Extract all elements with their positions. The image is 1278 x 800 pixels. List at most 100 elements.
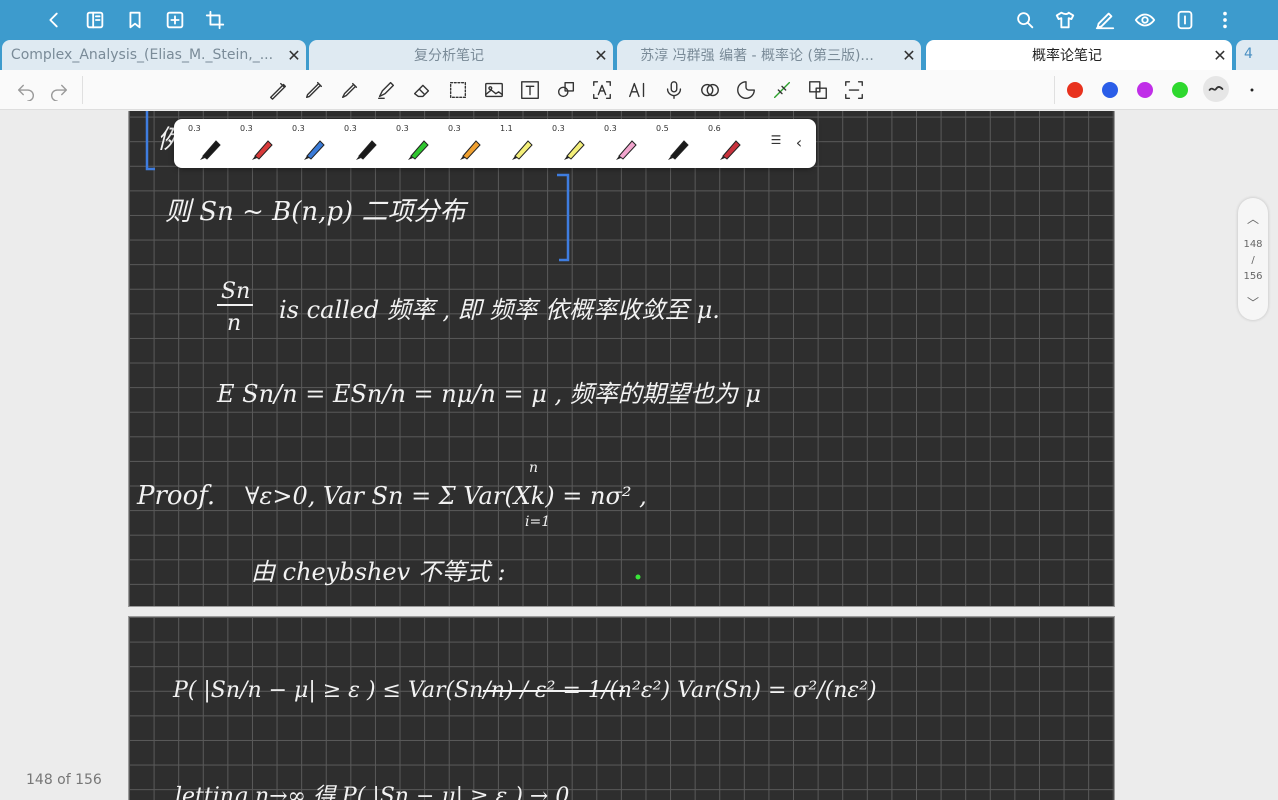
- tab-close-icon[interactable]: ✕: [282, 46, 306, 65]
- stroke-width-dot-icon[interactable]: [1240, 78, 1264, 102]
- pen-preset-10[interactable]: 0.5: [652, 119, 702, 168]
- brush-pen-icon[interactable]: [338, 78, 362, 102]
- note-page-148[interactable]: 例 则 Sn ~ B(n,p) 二项分布 Sn n is called 频率 ,…: [128, 111, 1115, 607]
- handwriting-layer: P( |Sn/n − μ| ≥ ε ) ≤ Var(Sn/n) / ε² = 1…: [172, 678, 877, 800]
- highlighter-icon[interactable]: [374, 78, 398, 102]
- fraction-denominator: n: [227, 311, 241, 336]
- pen-icon: [304, 140, 325, 160]
- ocr-icon[interactable]: [842, 78, 866, 102]
- tab-probability-book[interactable]: 苏淳 冯群强 编著 - 概率论 (第三版)... ✕: [617, 40, 921, 70]
- ball-pen-icon[interactable]: [302, 78, 326, 102]
- lasso-select-icon[interactable]: [446, 78, 470, 102]
- palette-collapse-icon[interactable]: ‹: [789, 133, 809, 153]
- tab-label: 复分析笔记: [414, 48, 484, 64]
- bookmark-icon[interactable]: [123, 8, 147, 32]
- pen-size-label: 1.1: [500, 124, 513, 133]
- pen-preset-9[interactable]: 0.3: [600, 119, 650, 168]
- toolbar-divider: [1054, 76, 1055, 104]
- pen-icon: [408, 140, 429, 160]
- notebook-icon[interactable]: [83, 8, 107, 32]
- color-swatch-blue[interactable]: [1102, 82, 1118, 98]
- scroll-down-icon[interactable]: ﹀: [1238, 294, 1268, 311]
- tab-label: 苏淳 冯群强 编著 - 概率论 (第三版)...: [640, 48, 874, 64]
- scroller-separator: /: [1251, 255, 1255, 266]
- theme-shirt-icon[interactable]: [1053, 8, 1077, 32]
- eraser-icon[interactable]: [410, 78, 434, 102]
- tab-close-icon[interactable]: ✕: [897, 46, 921, 65]
- sticker-icon[interactable]: [734, 78, 758, 102]
- note-line-variance: ∀ε>0, Var Sn = Σ Var(Xk) = nσ² ,: [245, 482, 647, 510]
- pen-size-label: 0.6: [708, 124, 721, 133]
- note-line-frequency: is called 频率 , 即 频率 依概率收敛至 μ.: [279, 296, 720, 324]
- color-swatch-green[interactable]: [1172, 82, 1188, 98]
- note-canvas[interactable]: 例 则 Sn ~ B(n,p) 二项分布 Sn n is called 频率 ,…: [0, 111, 1278, 800]
- crop-icon[interactable]: [203, 8, 227, 32]
- pen-preset-6[interactable]: 0.3: [444, 119, 494, 168]
- pen-preset-8[interactable]: 0.3: [548, 119, 598, 168]
- tab-close-icon[interactable]: ✕: [589, 46, 613, 65]
- pen-preset-5[interactable]: 0.3: [392, 119, 442, 168]
- tab-count-badge[interactable]: 4: [1236, 40, 1278, 70]
- drawing-toolbar: [0, 70, 1278, 110]
- shape-icon[interactable]: [554, 78, 578, 102]
- pen-icon: [564, 140, 585, 160]
- pen-preset-7[interactable]: 1.1: [496, 119, 546, 168]
- tab-bar: Complex_Analysis_(Elias_M._Stein,_... ✕ …: [0, 40, 1278, 70]
- add-page-icon[interactable]: [163, 8, 187, 32]
- microphone-icon[interactable]: [662, 78, 686, 102]
- note-line-binomial: 则 Sn ~ B(n,p) 二项分布: [165, 197, 468, 227]
- pen-preset-1[interactable]: 0.3: [184, 119, 234, 168]
- translate-icon[interactable]: [806, 78, 830, 102]
- stroke-style-icon[interactable]: [1203, 76, 1229, 102]
- pen-size-label: 0.3: [396, 124, 409, 133]
- note-line-chebyshev: 由 cheybshev 不等式 :: [251, 558, 506, 586]
- proof-label: Proof.: [136, 481, 215, 511]
- tab-complex-analysis[interactable]: Complex_Analysis_(Elias_M._Stein,_... ✕: [2, 40, 306, 70]
- ai-icon[interactable]: [626, 78, 650, 102]
- app-bar: [0, 0, 1278, 40]
- pen-preset-3[interactable]: 0.3: [288, 119, 338, 168]
- pen-preset-4[interactable]: 0.3: [340, 119, 390, 168]
- pen-preset-2[interactable]: 0.3: [236, 119, 286, 168]
- back-icon[interactable]: [42, 8, 66, 32]
- pen-icon: [720, 140, 741, 160]
- pen-icon: [252, 140, 273, 160]
- pen-size-label: 0.3: [240, 124, 253, 133]
- note-line-expectation: E Sn/n = ESn/n = nμ/n = μ , 频率的期望也为 μ: [216, 380, 761, 408]
- eye-icon[interactable]: [1133, 8, 1157, 32]
- image-icon[interactable]: [482, 78, 506, 102]
- reading-mode-icon[interactable]: [1173, 8, 1197, 32]
- scroll-up-icon[interactable]: ︿: [1238, 210, 1268, 227]
- tab-complex-notes[interactable]: 复分析笔记 ✕: [309, 40, 613, 70]
- undo-icon[interactable]: [14, 78, 38, 102]
- pen-edit-icon[interactable]: [1093, 8, 1117, 32]
- color-swatch-purple[interactable]: [1137, 82, 1153, 98]
- note-page-149[interactable]: P( |Sn/n − μ| ≥ ε ) ≤ Var(Sn/n) / ε² = 1…: [128, 616, 1115, 800]
- pen-size-label: 0.3: [448, 124, 461, 133]
- text-box-icon[interactable]: [518, 78, 542, 102]
- tab-label: 概率论笔记: [1032, 48, 1102, 64]
- tab-close-icon[interactable]: ✕: [1208, 46, 1232, 65]
- pen-icon: [200, 140, 221, 160]
- text-recognize-icon[interactable]: [590, 78, 614, 102]
- search-icon[interactable]: [1013, 8, 1037, 32]
- sum-lower-limit: i=1: [525, 514, 550, 530]
- note-line-limit: letting n→∞ 得 P( |Sn − μ| ≥ ε ) → 0: [175, 784, 569, 800]
- color-swatch-red[interactable]: [1067, 82, 1083, 98]
- page-scroller[interactable]: ︿ 148 / 156 ﹀: [1238, 198, 1268, 320]
- tab-label: Complex_Analysis_(Elias_M._Stein,_...: [10, 47, 274, 63]
- pen-preset-11[interactable]: 0.6: [704, 119, 754, 168]
- pen-size-label: 0.5: [656, 124, 669, 133]
- more-vertical-icon[interactable]: [1213, 8, 1237, 32]
- handwriting-layer: 例 则 Sn ~ B(n,p) 二项分布 Sn n is called 频率 ,…: [136, 111, 761, 586]
- fountain-pen-icon[interactable]: [266, 78, 290, 102]
- ruler-icon[interactable]: [698, 78, 722, 102]
- laser-pointer-icon[interactable]: [770, 78, 794, 102]
- toolbar-divider: [82, 76, 83, 104]
- palette-settings-icon[interactable]: ☰: [766, 133, 786, 153]
- tab-probability-notes[interactable]: 概率论笔记 ✕: [926, 40, 1232, 70]
- fraction-numerator: Sn: [221, 279, 250, 304]
- pen-size-label: 0.3: [344, 124, 357, 133]
- redo-icon[interactable]: [47, 78, 71, 102]
- pen-icon: [460, 140, 481, 160]
